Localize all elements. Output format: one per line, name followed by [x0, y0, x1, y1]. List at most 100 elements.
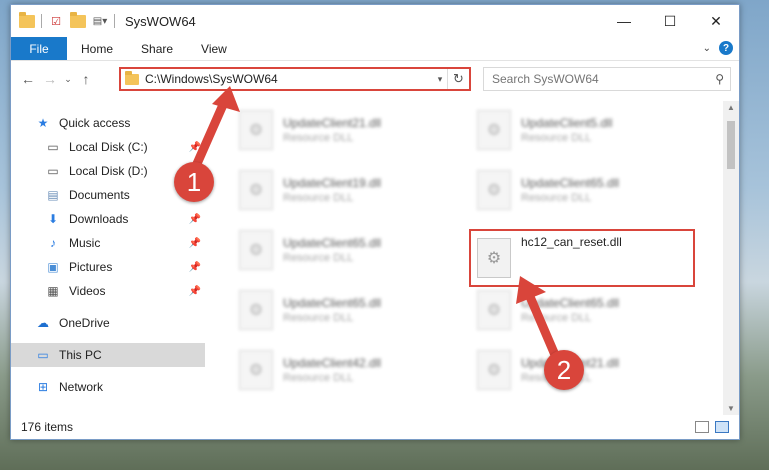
- file-description: Resource DLL: [283, 312, 354, 324]
- window-title: SysWOW64: [125, 13, 196, 29]
- sidebar-item-quick-access[interactable]: ★ Quick access: [11, 111, 205, 135]
- search-box[interactable]: ⚲: [483, 67, 731, 91]
- toolbar-divider: [41, 14, 42, 28]
- window-controls: — ☐ ✕: [601, 5, 739, 37]
- dll-file-icon: ⚙: [477, 110, 511, 150]
- help-icon[interactable]: ?: [719, 41, 733, 55]
- file-tile[interactable]: ⚙ UpdateClient5.dll Resource DLL: [471, 101, 701, 159]
- search-icon: ⚲: [715, 72, 724, 86]
- minimize-button[interactable]: —: [601, 5, 647, 37]
- refresh-icon[interactable]: ↻: [447, 69, 469, 89]
- sidebar-item-videos[interactable]: ▦ Videos 📌: [11, 279, 205, 303]
- large-icons-view-icon[interactable]: [715, 421, 729, 433]
- address-bar[interactable]: C:\Windows\SysWOW64 ▾ ↻: [119, 67, 471, 91]
- ribbon-right: ⌄ ?: [703, 41, 733, 55]
- properties-icon[interactable]: ☑: [48, 13, 64, 29]
- desktop-background: [740, 0, 769, 470]
- back-button[interactable]: ←: [17, 68, 39, 90]
- expand-ribbon-icon[interactable]: ⌄: [703, 43, 711, 54]
- sidebar-item-label: Local Disk (D:): [69, 164, 148, 178]
- pin-icon: 📌: [188, 261, 201, 273]
- address-dropdown-icon[interactable]: ▾: [433, 74, 447, 85]
- status-bar: 176 items: [11, 415, 739, 439]
- file-name: UpdateClient21.dll: [283, 116, 382, 130]
- scroll-down-icon[interactable]: ▼: [723, 404, 739, 413]
- sidebar-item-network[interactable]: ⊞ Network: [11, 375, 205, 399]
- star-icon: ★: [37, 116, 49, 130]
- file-tile[interactable]: ⚙ UpdateClient19.dll Resource DLL: [233, 161, 463, 219]
- sidebar-item-label: Quick access: [59, 116, 131, 130]
- toolbar-divider: [114, 14, 115, 28]
- drive-icon: ▭: [47, 164, 59, 178]
- sidebar-item-music[interactable]: ♪ Music 📌: [11, 231, 205, 255]
- maximize-button[interactable]: ☐: [647, 5, 693, 37]
- search-input[interactable]: [492, 72, 692, 86]
- file-tile[interactable]: ⚙ UpdateClient65.dll Resource DLL: [471, 281, 701, 339]
- scroll-up-icon[interactable]: ▲: [723, 103, 739, 112]
- scrollbar-thumb[interactable]: [727, 121, 735, 169]
- file-name: UpdateClient65.dll: [283, 296, 382, 310]
- step-badge-2: 2: [544, 350, 584, 390]
- sidebar-item-label: Pictures: [69, 260, 113, 274]
- sidebar-item-this-pc[interactable]: ▭ This PC: [11, 343, 205, 367]
- dll-file-icon: ⚙: [239, 110, 273, 150]
- file-tile[interactable]: ⚙ UpdateClient65.dll Resource DLL: [471, 161, 701, 219]
- navigation-bar: ← → ⌄ ↑ C:\Windows\SysWOW64 ▾ ↻ ⚲: [11, 61, 739, 97]
- forward-button[interactable]: →: [39, 68, 61, 90]
- file-description: Resource DLL: [283, 252, 354, 264]
- file-name: UpdateClient65.dll: [521, 176, 620, 190]
- dll-file-icon: ⚙: [239, 230, 273, 270]
- cloud-icon: ☁: [37, 316, 49, 330]
- navigation-pane: ★ Quick access ▭ Local Disk (C:) 📌 ▭ Loc…: [11, 101, 205, 415]
- file-name: UpdateClient65.dll: [521, 296, 620, 310]
- pin-icon: 📌: [188, 285, 201, 297]
- file-tile[interactable]: ⚙ UpdateClient21.dllResource DLL: [471, 341, 701, 399]
- address-path[interactable]: C:\Windows\SysWOW64: [145, 72, 433, 86]
- explorer-window: ☑ ▤▾ SysWOW64 — ☐ ✕ File Home Share View…: [10, 4, 740, 440]
- file-description: Resource DLL: [521, 192, 592, 204]
- close-button[interactable]: ✕: [693, 5, 739, 37]
- network-icon: ⊞: [37, 380, 49, 394]
- target-dll-file[interactable]: ⚙ hc12_can_reset.dll: [469, 229, 695, 287]
- title-bar: ☑ ▤▾ SysWOW64 — ☐ ✕: [11, 5, 739, 37]
- pin-icon: 📌: [188, 141, 201, 153]
- item-count: 176 items: [21, 420, 74, 434]
- up-button[interactable]: ↑: [75, 68, 97, 90]
- file-name: hc12_can_reset.dll: [521, 235, 622, 249]
- sidebar-item-onedrive[interactable]: ☁ OneDrive: [11, 311, 205, 335]
- computer-icon: ▭: [37, 348, 49, 362]
- dll-file-icon: ⚙: [477, 290, 511, 330]
- new-folder-icon[interactable]: [70, 11, 86, 29]
- file-tile[interactable]: ⚙ UpdateClient42.dll Resource DLL: [233, 341, 463, 399]
- tab-home[interactable]: Home: [67, 37, 127, 60]
- file-list: ⚙ UpdateClient21.dll Resource DLL ⚙ Updat…: [205, 101, 739, 415]
- dll-file-icon: ⚙: [477, 350, 511, 390]
- recent-locations-button[interactable]: ⌄: [61, 68, 75, 90]
- customize-toolbar-icon[interactable]: ▤▾: [92, 13, 108, 29]
- details-view-icon[interactable]: [695, 421, 709, 433]
- file-name: UpdateClient42.dll: [283, 356, 382, 370]
- ribbon-tabs: File Home Share View ⌄ ?: [11, 37, 739, 61]
- quick-access-toolbar: ☑ ▤▾: [19, 11, 115, 29]
- file-tile[interactable]: ⚙ UpdateClient65.dll Resource DLL: [233, 281, 463, 339]
- file-tile[interactable]: ⚙ UpdateClient65.dll Resource DLL: [233, 221, 463, 279]
- folder-icon: [125, 70, 139, 85]
- dll-file-icon: ⚙: [239, 350, 273, 390]
- tab-share[interactable]: Share: [127, 37, 187, 60]
- file-name: UpdateClient65.dll: [283, 236, 382, 250]
- file-description: Resource DLL: [521, 312, 592, 324]
- tab-view[interactable]: View: [187, 37, 241, 60]
- file-tile[interactable]: ⚙ UpdateClient21.dllResource DLL: [233, 101, 463, 159]
- pin-icon: 📌: [188, 213, 201, 225]
- sidebar-item-label: OneDrive: [59, 316, 110, 330]
- sidebar-item-pictures[interactable]: ▣ Pictures 📌: [11, 255, 205, 279]
- sidebar-item-downloads[interactable]: ⬇ Downloads 📌: [11, 207, 205, 231]
- sidebar-item-local-disk-c[interactable]: ▭ Local Disk (C:) 📌: [11, 135, 205, 159]
- file-name: UpdateClient5.dll: [521, 116, 613, 130]
- tab-file[interactable]: File: [11, 37, 67, 60]
- sidebar-item-label: Downloads: [69, 212, 129, 226]
- folder-icon: [19, 11, 35, 29]
- vertical-scrollbar[interactable]: ▲ ▼: [723, 101, 739, 415]
